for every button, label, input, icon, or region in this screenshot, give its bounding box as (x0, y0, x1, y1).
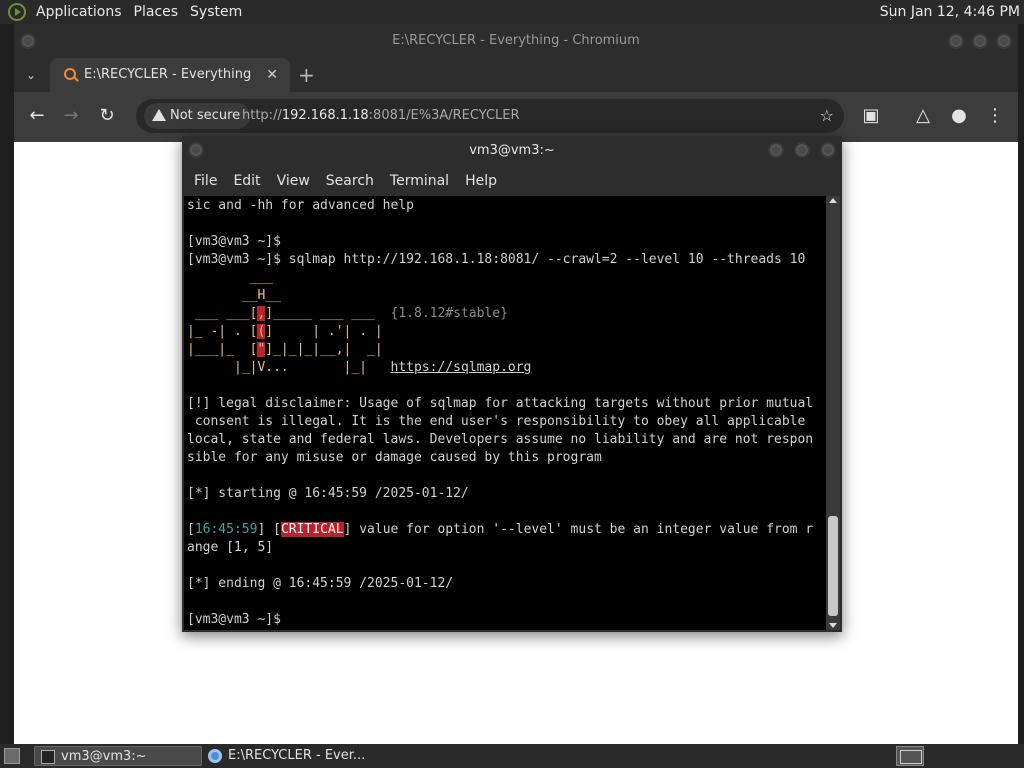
tab-title: E:\RECYCLER - Everything (84, 67, 252, 82)
browser-titlebar[interactable]: E:\RECYCLER - Everything - Chromium (14, 24, 1018, 58)
top-panel: Applications Places System Sun Jan 12, 4… (0, 0, 1024, 24)
workspace-switcher[interactable] (896, 746, 924, 766)
terminal-maximize-icon[interactable] (794, 142, 810, 158)
line: ange [1, 5] (187, 540, 274, 555)
system-logo-icon[interactable] (8, 3, 26, 21)
warning-icon (152, 109, 166, 121)
url-text[interactable]: http://192.168.1.18:8081/E%3A/RECYCLER (242, 99, 520, 133)
chromium-app-icon (208, 749, 222, 763)
terminal-menu-terminal[interactable]: Terminal (382, 173, 457, 189)
menu-system[interactable]: System (184, 0, 248, 24)
taskbar-item-terminal[interactable]: vm3@vm3:~ (34, 746, 202, 766)
clock[interactable]: Sun Jan 12, 4:46 PM (880, 0, 1020, 24)
terminal-app-icon (41, 750, 55, 764)
terminal-window-menu-icon[interactable] (188, 142, 204, 158)
url-host: 192.168.1.18 (281, 108, 369, 123)
taskbar-chromium-label: E:\RECYCLER - Ever... (228, 748, 366, 763)
line: [vm3@vm3 ~]$ sqlmap http://192.168.1.18:… (187, 252, 806, 267)
terminal-title: vm3@vm3:~ (469, 143, 555, 158)
terminal-menu-file[interactable]: File (186, 173, 225, 189)
search-favicon-icon (64, 68, 76, 80)
security-chip[interactable]: Not secure (144, 103, 251, 129)
terminal-scrollbar[interactable] (826, 196, 840, 630)
sqlmap-url-link[interactable]: https://sqlmap.org (391, 360, 532, 375)
browser-toolbar: ← → ↻ Not secure http://192.168.1.18:808… (14, 92, 1018, 142)
line: [*] starting @ 16:45:59 /2025-01-12/ (187, 486, 469, 501)
menu-applications[interactable]: Applications (30, 0, 128, 24)
terminal-menu-search[interactable]: Search (318, 173, 382, 189)
window-menu-icon[interactable] (20, 33, 36, 49)
shell-prompt: [vm3@vm3 ~]$ (187, 612, 281, 627)
tab-search-icon[interactable]: ⌄ (26, 58, 36, 92)
reload-icon[interactable]: ↻ (96, 105, 118, 127)
taskbar-item-chromium[interactable]: E:\RECYCLER - Ever... (202, 746, 370, 766)
terminal-window: vm3@vm3:~ File Edit View Search Terminal… (182, 136, 842, 632)
critical-badge: CRITICAL (280, 522, 344, 537)
line: [!] legal disclaimer: Usage of sqlmap fo… (187, 396, 814, 411)
address-bar[interactable]: Not secure http://192.168.1.18:8081/E%3A… (136, 99, 844, 133)
url-scheme: http:// (242, 108, 282, 123)
line: consent is illegal. It is the end user's… (187, 414, 806, 429)
sqlmap-version: 1.8.12#stable (398, 306, 501, 321)
taskbar-terminal-label: vm3@vm3:~ (61, 749, 147, 764)
terminal-menu-edit[interactable]: Edit (225, 173, 268, 189)
tab-strip: ⌄ E:\RECYCLER - Everything ✕ + (14, 58, 1018, 92)
extensions-icon[interactable]: ▣ (860, 105, 882, 127)
bottom-taskbar: vm3@vm3:~ E:\RECYCLER - Ever... (0, 744, 1024, 768)
menu-dots-icon[interactable]: ⋮ (984, 105, 1006, 127)
maximize-icon[interactable] (972, 33, 988, 49)
terminal-menubar: File Edit View Search Terminal Help (182, 166, 842, 196)
scroll-up-icon[interactable] (829, 198, 837, 203)
critical-message: ] value for option '--level' must be an … (343, 522, 814, 537)
tab-recycler[interactable]: E:\RECYCLER - Everything ✕ (50, 58, 290, 92)
line: [*] ending @ 16:45:59 /2025-01-12/ (187, 576, 454, 591)
labs-flask-icon[interactable]: △ (912, 105, 934, 127)
scroll-thumb[interactable] (828, 516, 838, 616)
line: [vm3@vm3 ~]$ (187, 234, 281, 249)
url-path: :8081/E%3A/RECYCLER (368, 108, 520, 123)
terminal-menu-help[interactable]: Help (457, 173, 505, 189)
bookmark-star-icon[interactable]: ☆ (820, 99, 834, 133)
terminal-close-icon[interactable] (820, 142, 836, 158)
forward-icon[interactable]: → (60, 105, 82, 127)
line: sible for any misuse or damage caused by… (187, 450, 602, 465)
new-tab-icon[interactable]: + (298, 58, 315, 92)
security-label: Not secure (170, 108, 241, 123)
terminal-minimize-icon[interactable] (768, 142, 784, 158)
terminal-titlebar[interactable]: vm3@vm3:~ (182, 136, 842, 166)
menu-places[interactable]: Places (128, 0, 185, 24)
terminal-menu-view[interactable]: View (269, 173, 318, 189)
sqlmap-logo: ___ __H__ ___ ___[,]_____ ___ ___ {1.8.1… (187, 270, 532, 375)
show-desktop-icon[interactable] (4, 748, 20, 764)
terminal-output[interactable]: sic and -hh for advanced help [vm3@vm3 ~… (184, 196, 826, 630)
back-icon[interactable]: ← (26, 105, 48, 127)
critical-time: 16:45:59 (194, 522, 258, 537)
line: sic and -hh for advanced help (187, 198, 414, 213)
line: local, state and federal laws. Developer… (187, 432, 814, 447)
close-window-icon[interactable] (996, 33, 1012, 49)
tab-close-icon[interactable]: ✕ (266, 58, 278, 92)
minimize-icon[interactable] (948, 33, 964, 49)
profile-icon[interactable]: ● (948, 105, 970, 127)
browser-window-title: E:\RECYCLER - Everything - Chromium (392, 33, 640, 48)
scroll-down-icon[interactable] (829, 623, 837, 628)
